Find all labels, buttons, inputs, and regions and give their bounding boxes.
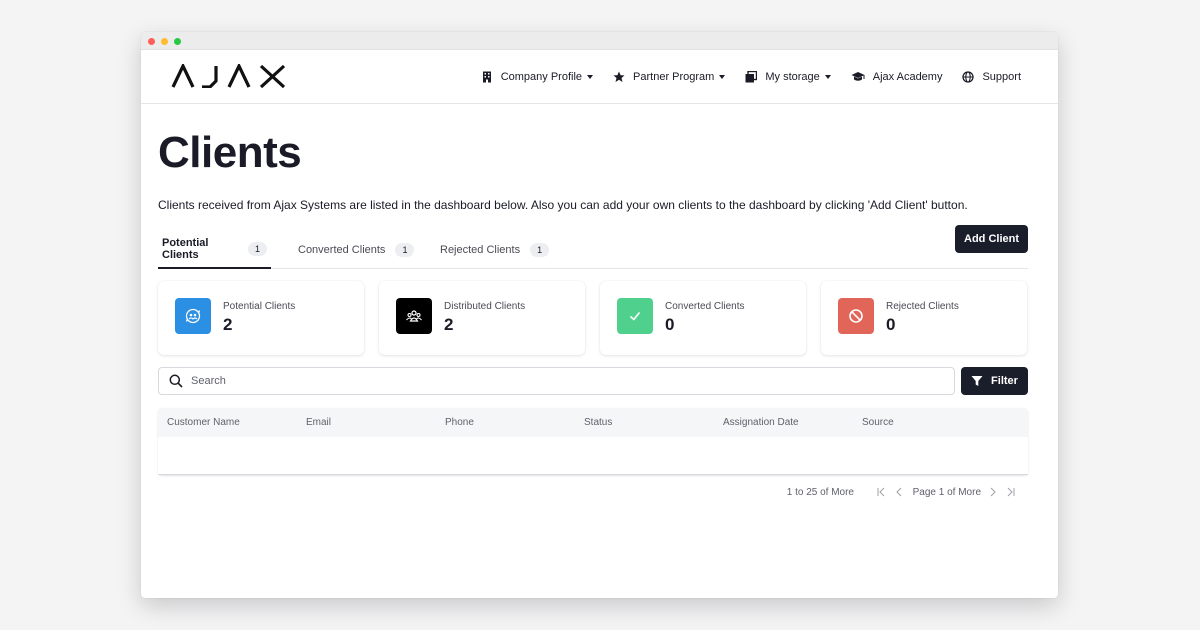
globe-icon <box>962 71 975 83</box>
client-tabs: Potential Clients 1 Converted Clients 1 … <box>158 225 1028 269</box>
page-subtitle: Clients received from Ajax Systems are l… <box>158 198 968 212</box>
clients-table: Customer Name Email Phone Status Assigna… <box>158 408 1028 475</box>
stat-card-rejected[interactable]: Rejected Clients 0 <box>821 281 1027 355</box>
search-icon <box>169 374 183 388</box>
tab-count-badge: 1 <box>247 242 267 256</box>
maximize-window-icon[interactable] <box>174 38 181 45</box>
column-header-phone[interactable]: Phone <box>436 417 575 428</box>
ban-icon <box>849 309 863 323</box>
check-icon <box>629 311 641 321</box>
column-header-source[interactable]: Source <box>853 417 992 428</box>
add-client-button[interactable]: Add Client <box>955 225 1028 253</box>
graduation-cap-icon <box>851 72 865 81</box>
top-navbar: Company Profile Partner Program My stora… <box>141 50 1058 104</box>
column-header-customer-name[interactable]: Customer Name <box>158 417 297 428</box>
nav-company-profile-label: Company Profile <box>500 71 583 83</box>
nav-ajax-academy-label: Ajax Academy <box>872 71 943 83</box>
pagination-page: Page 1 of More <box>912 487 981 498</box>
tab-count-badge: 1 <box>530 243 550 257</box>
star-icon <box>613 71 625 82</box>
tab-rejected-clients[interactable]: Rejected Clients 1 <box>436 231 553 269</box>
stat-card-distributed[interactable]: Distributed Clients 2 <box>379 281 585 355</box>
browser-window: Company Profile Partner Program My stora… <box>141 32 1058 598</box>
stat-label: Rejected Clients <box>886 301 959 312</box>
tab-label: Rejected Clients <box>440 244 521 256</box>
stat-label: Converted Clients <box>665 301 745 312</box>
stat-icon-box <box>396 298 432 334</box>
ajax-logo[interactable] <box>171 64 287 88</box>
column-header-status[interactable]: Status <box>575 417 714 428</box>
table-header: Customer Name Email Phone Status Assigna… <box>158 408 1028 437</box>
stat-value: 2 <box>223 315 233 334</box>
stat-label: Potential Clients <box>223 301 296 312</box>
stat-card-converted[interactable]: Converted Clients 0 <box>600 281 806 355</box>
close-window-icon[interactable] <box>148 38 155 45</box>
tab-count-badge: 1 <box>395 243 415 257</box>
storage-icon <box>745 71 758 83</box>
stat-icon-box <box>617 298 653 334</box>
tab-label: Potential Clients <box>162 237 209 261</box>
stat-icon-box <box>175 298 211 334</box>
nav-my-storage-label: My storage <box>765 71 820 83</box>
nav-ajax-academy[interactable]: Ajax Academy <box>851 71 943 83</box>
search-input[interactable] <box>191 375 891 387</box>
chevron-down-icon <box>587 75 594 79</box>
stat-label: Distributed Clients <box>444 301 526 312</box>
stats-cards: Potential Clients 2 Distributed Clients … <box>158 281 1028 355</box>
stat-card-potential[interactable]: Potential Clients 2 <box>158 281 364 355</box>
stat-value: 0 <box>886 315 896 334</box>
funnel-icon <box>971 376 983 386</box>
nav-partner-program-label: Partner Program <box>633 71 715 83</box>
nav-partner-program[interactable]: Partner Program <box>613 71 726 83</box>
next-page-icon[interactable] <box>988 486 998 498</box>
tab-label: Converted Clients <box>298 244 386 256</box>
pagination: 1 to 25 of More Page 1 of More <box>158 481 1028 505</box>
stat-value: 0 <box>665 315 675 334</box>
filter-button-label: Filter <box>991 375 1018 387</box>
nav-company-profile[interactable]: Company Profile <box>481 71 594 83</box>
main-content: Clients Clients received from Ajax Syste… <box>158 105 1028 505</box>
pagination-range: 1 to 25 of More <box>786 487 854 498</box>
stat-icon-box <box>838 298 874 334</box>
nav-my-storage[interactable]: My storage <box>745 71 831 83</box>
building-icon <box>482 71 491 83</box>
tab-potential-clients[interactable]: Potential Clients 1 <box>158 231 271 269</box>
tab-converted-clients[interactable]: Converted Clients 1 <box>294 231 418 269</box>
first-page-icon[interactable] <box>876 486 886 498</box>
group-icon <box>406 310 422 322</box>
chevron-down-icon <box>824 75 831 79</box>
chevron-down-icon <box>719 75 726 79</box>
window-titlebar <box>141 32 1058 50</box>
nav-menu: Company Profile Partner Program My stora… <box>461 50 1021 104</box>
minimize-window-icon[interactable] <box>161 38 168 45</box>
refresh-people-icon <box>185 308 201 324</box>
last-page-icon[interactable] <box>1006 486 1016 498</box>
filter-button[interactable]: Filter <box>961 367 1028 395</box>
nav-support-label: Support <box>982 71 1021 83</box>
stat-value: 2 <box>444 315 454 334</box>
page-title: Clients <box>158 128 302 177</box>
previous-page-icon[interactable] <box>894 486 904 498</box>
table-body <box>158 437 1028 475</box>
column-header-email[interactable]: Email <box>297 417 436 428</box>
search-box[interactable] <box>158 367 955 395</box>
column-header-assignation-date[interactable]: Assignation Date <box>714 417 853 428</box>
search-row: Filter <box>158 367 1028 395</box>
nav-support[interactable]: Support <box>962 71 1021 83</box>
